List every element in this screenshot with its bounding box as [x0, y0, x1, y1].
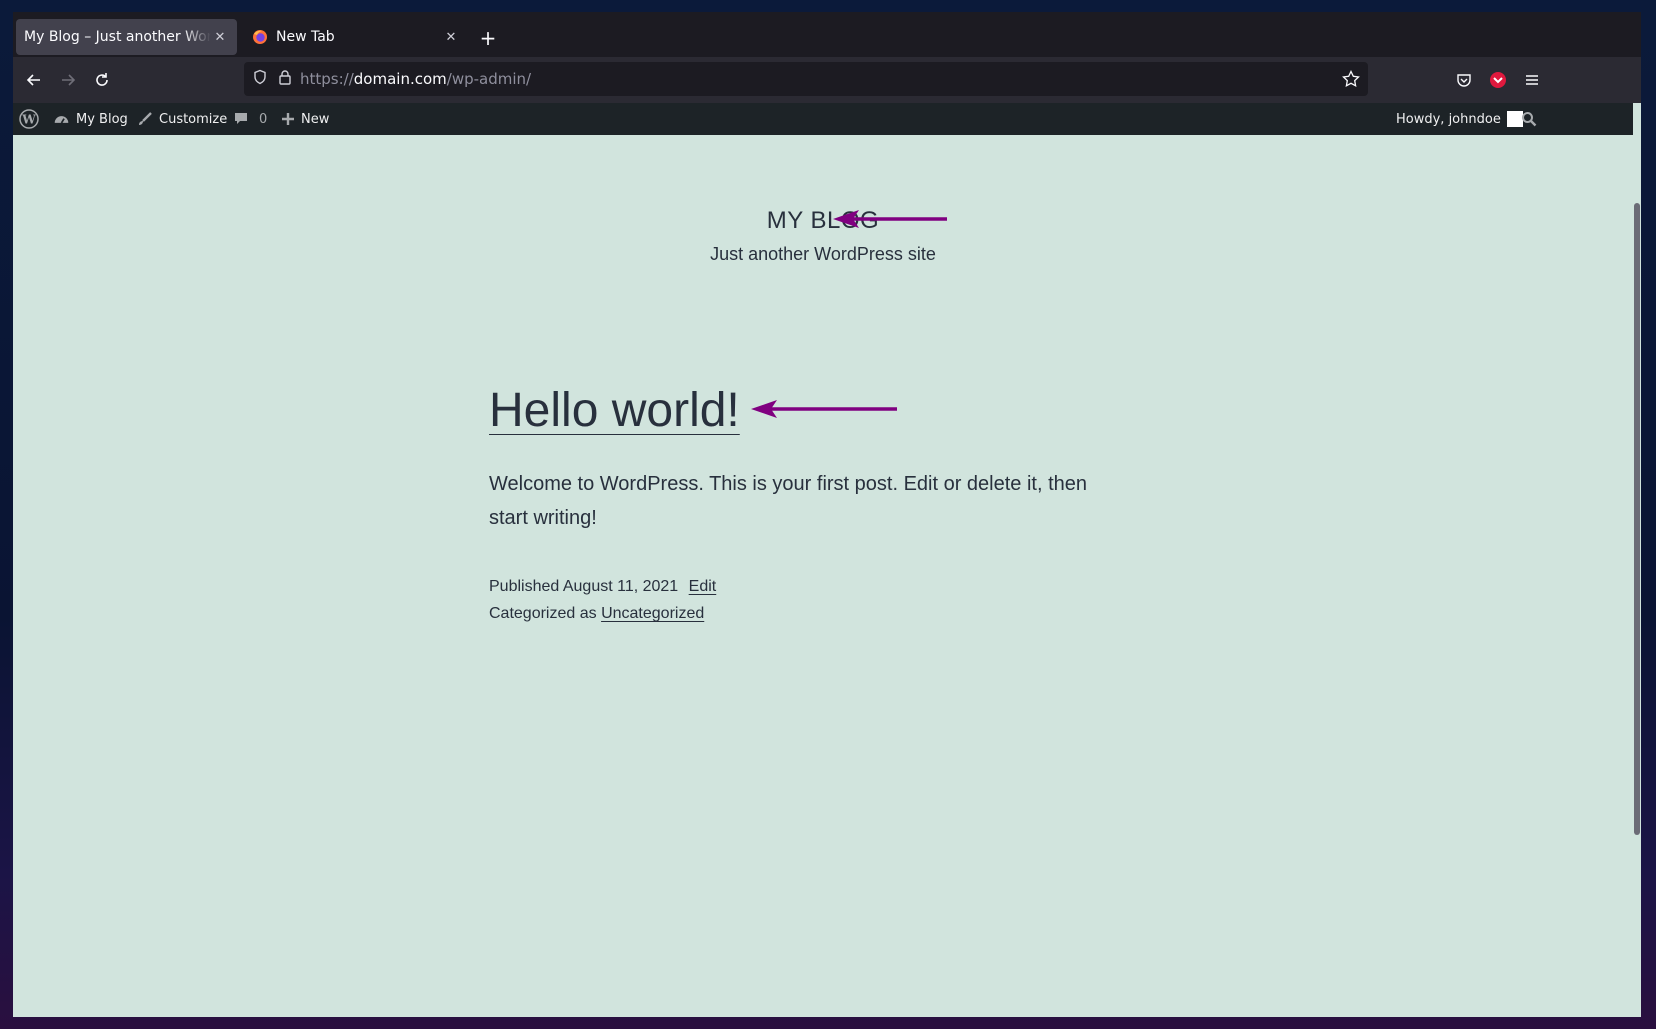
site-description: Just another WordPress site — [710, 244, 936, 264]
adminbar-customize-label: Customize — [159, 111, 228, 127]
published-label: Published — [489, 578, 560, 595]
tab-close-icon[interactable]: ✕ — [211, 30, 229, 45]
annotation-arrow-site-title — [833, 210, 947, 228]
browser-window: My Blog – Just another WordPress site ✕ … — [13, 12, 1641, 1017]
scrollbar-thumb[interactable] — [1634, 203, 1640, 835]
adminbar-comments[interactable]: 0 — [233, 103, 267, 135]
comment-count: 0 — [259, 111, 268, 127]
hamburger-menu-icon[interactable] — [1519, 67, 1545, 93]
url-scheme: https:// — [300, 70, 354, 88]
edit-post-link[interactable]: Edit — [689, 578, 717, 595]
url-host: domain.com — [353, 70, 447, 88]
adminbar-my-blog[interactable]: My Blog — [53, 103, 128, 135]
shield-icon[interactable] — [252, 69, 268, 89]
svg-text:W: W — [21, 113, 36, 127]
nav-bar: https://domain.com/wp-admin/ — [13, 57, 1641, 103]
post-date: August 11, 2021 — [562, 578, 679, 595]
plus-icon — [282, 113, 294, 125]
back-arrow-icon[interactable] — [21, 67, 47, 93]
tab-new-tab[interactable]: New Tab ✕ — [244, 19, 468, 55]
adminbar-new-label: New — [301, 111, 330, 127]
pocket-icon[interactable] — [1451, 67, 1477, 93]
adminbar-account[interactable]: Howdy, johndoe — [1396, 103, 1523, 135]
reload-icon[interactable] — [89, 67, 115, 93]
category-link[interactable]: Uncategorized — [601, 605, 704, 622]
adminbar-new[interactable]: New — [281, 103, 329, 135]
extension-icon[interactable] — [1485, 67, 1511, 93]
adminbar-site-name: My Blog — [76, 111, 128, 127]
new-tab-plus-icon[interactable]: + — [475, 25, 501, 51]
annotation-arrow-post-title — [751, 400, 897, 418]
page-scrollbar[interactable] — [1633, 103, 1641, 1017]
blog-page: MY BLOG Just another WordPress site Hell… — [13, 135, 1633, 1017]
howdy-text: Howdy, johndoe — [1396, 111, 1501, 127]
url-text[interactable]: https://domain.com/wp-admin/ — [300, 70, 531, 88]
lock-icon[interactable] — [278, 69, 292, 89]
site-title[interactable]: MY BLOG — [13, 207, 1633, 235]
tab-strip: My Blog – Just another WordPress site ✕ … — [13, 12, 1641, 57]
firefox-icon — [252, 29, 268, 45]
wp-admin-bar: W My Blog Customize 0 New Howdy, johndoe — [13, 103, 1633, 135]
tab-title: My Blog – Just another WordPress site — [24, 29, 211, 45]
tab-title: New Tab — [276, 29, 335, 45]
url-path: /wp-admin/ — [446, 70, 532, 88]
wordpress-logo-icon[interactable]: W — [19, 103, 45, 135]
categorized-label: Categorized as — [489, 605, 597, 622]
brush-icon — [139, 112, 152, 125]
tab-close-icon[interactable]: ✕ — [442, 30, 460, 45]
tab-my-blog[interactable]: My Blog – Just another WordPress site ✕ — [16, 19, 237, 55]
post-published-meta: Published August 11, 2021 Edit — [489, 578, 716, 596]
adminbar-search-icon[interactable] — [1521, 103, 1543, 135]
post-category-meta: Categorized as Uncategorized — [489, 605, 704, 623]
post-content: Welcome to WordPress. This is your first… — [489, 473, 1088, 529]
bookmark-star-icon[interactable] — [1342, 69, 1360, 92]
adminbar-customize[interactable]: Customize — [137, 103, 227, 135]
url-bar[interactable]: https://domain.com/wp-admin/ — [244, 62, 1368, 96]
dashboard-icon — [54, 115, 69, 123]
comment-bubble-icon — [235, 113, 247, 124]
forward-arrow-icon[interactable] — [55, 67, 81, 93]
post-title-link[interactable]: Hello world! — [489, 383, 740, 438]
